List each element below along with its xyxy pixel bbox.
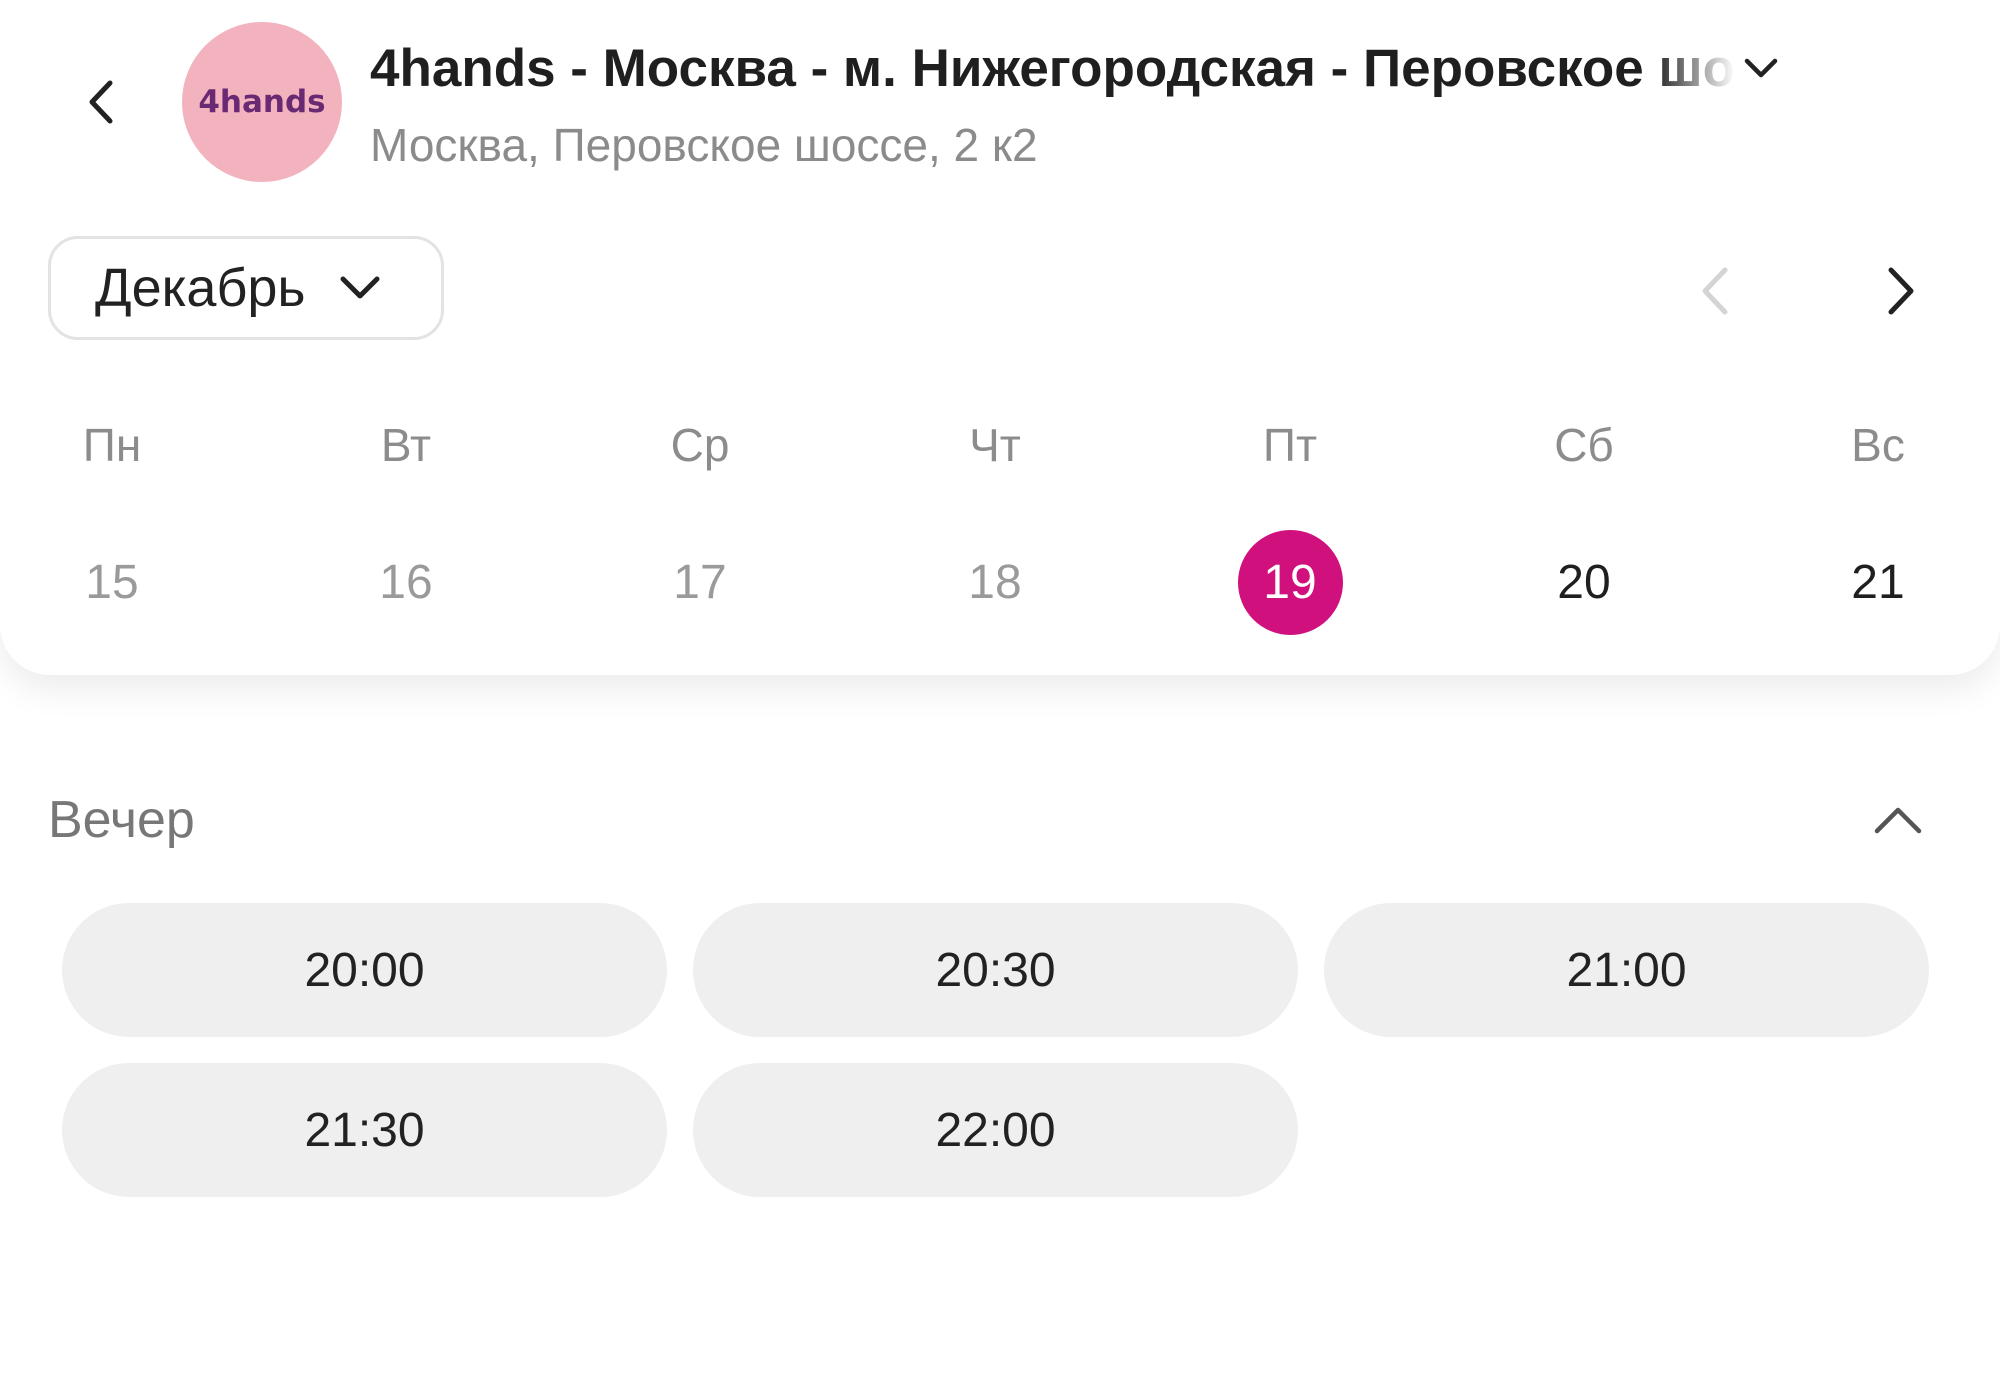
salon-address: Москва, Перовское шоссе, 2 к2	[370, 119, 1038, 171]
chevron-right-icon	[1888, 267, 1914, 315]
salon-avatar: 4hands	[182, 22, 342, 182]
date-cell: 17	[635, 530, 765, 635]
chevron-left-icon	[89, 80, 113, 124]
time-slot-button[interactable]: 22:00	[693, 1063, 1298, 1197]
section-title: Вечер	[48, 791, 195, 849]
weekday-wed: Ср	[670, 419, 730, 471]
date-cell: 15	[47, 530, 177, 635]
date-number: 15	[85, 556, 139, 609]
month-select[interactable]: Декабрь	[48, 236, 444, 340]
weekday-thu: Чт	[969, 419, 1021, 471]
date-cell[interactable]: 20	[1519, 530, 1649, 635]
prev-week-button[interactable]	[1680, 256, 1750, 326]
calendar-card: 4hands 4hands - Москва - м. Нижегородска…	[0, 0, 2000, 675]
time-slot-button[interactable]: 21:30	[62, 1063, 667, 1197]
chevron-down-icon	[336, 264, 384, 312]
dates-row: 15 16 17 18 19 20 21	[0, 530, 2000, 635]
salon-logo-text: 4hands	[198, 84, 326, 120]
weekday-fri: Пт	[1262, 419, 1318, 471]
salon-selector[interactable]: 4hands - Москва - м. Нижегородская - Пер…	[370, 34, 1790, 102]
chevron-down-icon	[1741, 48, 1781, 88]
time-slot-button[interactable]: 20:30	[693, 903, 1298, 1037]
date-cell-selected[interactable]: 19	[1225, 530, 1355, 635]
chevron-up-icon	[1868, 790, 1928, 850]
next-week-button[interactable]	[1866, 256, 1936, 326]
month-label: Декабрь	[95, 258, 306, 318]
date-cell: 16	[341, 530, 471, 635]
time-slot-button[interactable]: 21:00	[1324, 903, 1929, 1037]
date-cell: 18	[930, 530, 1060, 635]
evening-section-header[interactable]: Вечер	[48, 780, 1928, 860]
back-button[interactable]	[72, 72, 132, 132]
date-cell[interactable]: 21	[1813, 530, 1943, 635]
date-number: 17	[673, 556, 727, 609]
date-number: 19	[1237, 530, 1343, 635]
weekday-header-row: Пн Вт Ср Чт Пт Сб Вс	[0, 410, 2000, 480]
date-number: 21	[1851, 556, 1905, 609]
booking-page: 4hands 4hands - Москва - м. Нижегородска…	[0, 0, 2000, 1375]
time-slot-button[interactable]: 20:00	[62, 903, 667, 1037]
date-number: 16	[379, 556, 433, 609]
weekday-sun: Вс	[1851, 419, 1905, 471]
date-number: 18	[968, 556, 1022, 609]
date-number: 20	[1557, 556, 1611, 609]
weekday-tue: Вт	[380, 419, 432, 471]
chevron-left-icon	[1702, 267, 1728, 315]
salon-title: 4hands - Москва - м. Нижегородская - Пер…	[370, 38, 1735, 98]
weekday-sat: Сб	[1554, 419, 1614, 471]
weekday-mon: Пн	[82, 419, 142, 471]
